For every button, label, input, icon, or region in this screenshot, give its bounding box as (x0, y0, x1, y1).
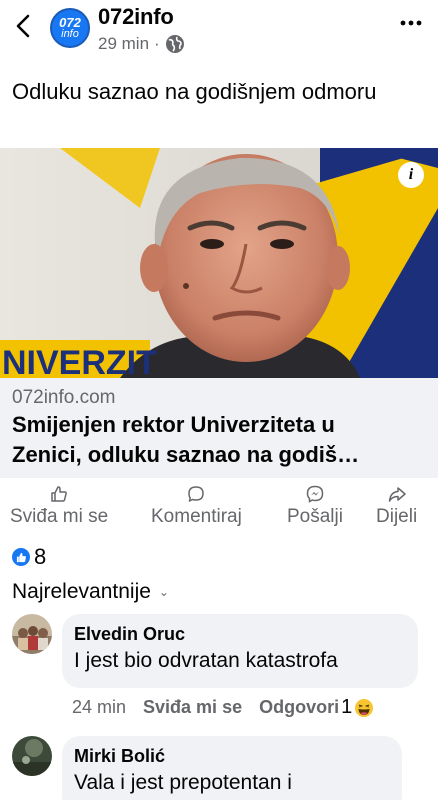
reaction-summary[interactable]: 8 (12, 544, 46, 570)
send-button[interactable]: Pošalji (287, 484, 343, 528)
share-label: Dijeli (376, 506, 418, 527)
avatar[interactable] (12, 736, 52, 776)
comment-icon (188, 486, 205, 502)
page-name[interactable]: 072info (98, 4, 174, 30)
comment-meta: 24 min Sviđa mi se Odgovori 1 (72, 696, 438, 719)
globe-icon (165, 35, 184, 53)
comment-text: I jest bio odvratan katastrofa (74, 649, 338, 672)
link-domain: 072info.com (12, 387, 116, 408)
link-title: Smijenjen rektor Univerziteta u Zenici, … (12, 410, 426, 470)
comment-bubble[interactable]: Elvedin Oruc I jest bio odvratan katastr… (62, 614, 418, 688)
sort-label: Najrelevantnije (12, 580, 151, 603)
comment-author[interactable]: Elvedin Oruc (74, 622, 406, 646)
comment-label: Komentiraj (151, 506, 242, 527)
like-button[interactable]: Sviđa mi se (10, 484, 108, 528)
post-time: 29 min (98, 34, 150, 53)
share-button[interactable]: Dijeli (376, 484, 417, 528)
avatar[interactable] (12, 614, 52, 654)
thumbs-up-icon (51, 486, 67, 502)
like-reaction-icon (12, 548, 30, 566)
share-icon (388, 487, 406, 502)
comment-button[interactable]: Komentiraj (151, 484, 242, 528)
comment-reply-button[interactable]: Odgovori (259, 697, 339, 718)
post-text: Odluku saznao na godišnjem odmoru (12, 79, 377, 104)
link-title-line1: Smijenjen rektor Univerziteta u (12, 412, 335, 437)
post-image[interactable]: NIVERZIT i (0, 148, 438, 378)
post-header: 072 info 072info 29 min · (0, 0, 438, 64)
comment-author[interactable]: Mirki Bolić (74, 744, 390, 768)
comment-like-button[interactable]: Sviđa mi se (143, 697, 242, 718)
chevron-left-icon[interactable] (10, 10, 38, 42)
comment-sort-dropdown[interactable]: Najrelevantnije ⌄ (12, 580, 169, 604)
banner-text: NIVERZIT (2, 344, 157, 378)
link-preview[interactable]: 072info.com Smijenjen rektor Univerzitet… (0, 378, 438, 478)
comment-bubble[interactable]: Mirki Bolić Vala i jest prepotentan i (62, 736, 402, 800)
post-meta: 29 min · (98, 34, 185, 54)
chevron-down-icon: ⌄ (158, 585, 169, 599)
comment-reaction-count: 1 (341, 696, 353, 718)
meta-separator: · (154, 34, 160, 53)
reaction-count: 8 (34, 544, 47, 569)
avatar-text-bottom: info (61, 28, 79, 40)
action-bar: Sviđa mi se Komentiraj Pošalji Dijeli (0, 484, 438, 536)
like-label: Sviđa mi se (10, 506, 109, 527)
page-avatar[interactable]: 072 info (50, 8, 90, 48)
link-title-line2: Zenici, odluku saznao na godiš… (12, 442, 360, 467)
portrait-photo: NIVERZIT (0, 148, 438, 378)
comment-time: 24 min (72, 697, 127, 717)
more-dots-icon[interactable] (398, 14, 424, 32)
messenger-icon (306, 485, 324, 503)
laugh-reaction-icon (355, 698, 374, 717)
comment-text: Vala i jest prepotentan i (74, 771, 292, 794)
send-label: Pošalji (287, 506, 343, 527)
info-icon[interactable]: i (398, 162, 424, 188)
